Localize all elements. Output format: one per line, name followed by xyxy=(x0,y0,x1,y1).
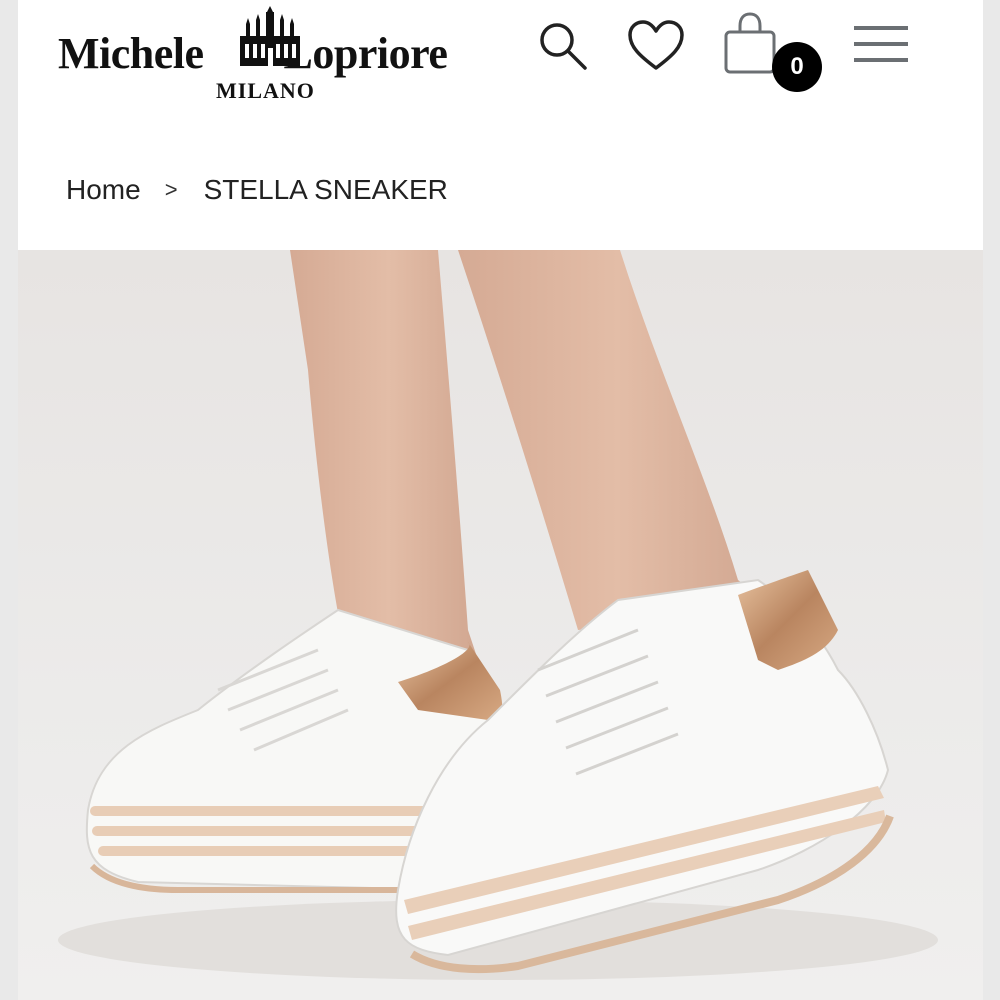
cart-count-badge: 0 xyxy=(772,42,822,92)
breadcrumb: Home > STELLA SNEAKER xyxy=(66,170,448,210)
cart-button[interactable] xyxy=(720,12,780,76)
search-icon xyxy=(540,23,587,70)
brand-name-right: Lopriore xyxy=(283,29,448,78)
brand-logo[interactable]: Michele Lopriore MILANO xyxy=(58,6,508,106)
brand-city: MILANO xyxy=(216,78,315,103)
shopping-bag-icon xyxy=(724,12,776,74)
cathedral-emblem-icon xyxy=(240,6,300,66)
breadcrumb-separator: > xyxy=(164,177,178,202)
site-header: Michele Lopriore MILANO 0 xyxy=(18,0,983,120)
heart-icon xyxy=(628,20,684,70)
breadcrumb-current: STELLA SNEAKER xyxy=(203,174,448,205)
right-leg xyxy=(458,250,778,630)
search-button[interactable] xyxy=(535,18,591,74)
hamburger-menu-icon xyxy=(854,26,908,62)
brand-name-left: Michele xyxy=(58,29,204,78)
wishlist-button[interactable] xyxy=(626,18,686,74)
product-photo-illustration xyxy=(58,250,938,980)
product-page: Michele Lopriore MILANO 0 Home > STELLA … xyxy=(18,0,983,1000)
product-image[interactable] xyxy=(18,250,983,1000)
breadcrumb-home-link[interactable]: Home xyxy=(66,174,141,206)
menu-button[interactable] xyxy=(854,22,908,66)
